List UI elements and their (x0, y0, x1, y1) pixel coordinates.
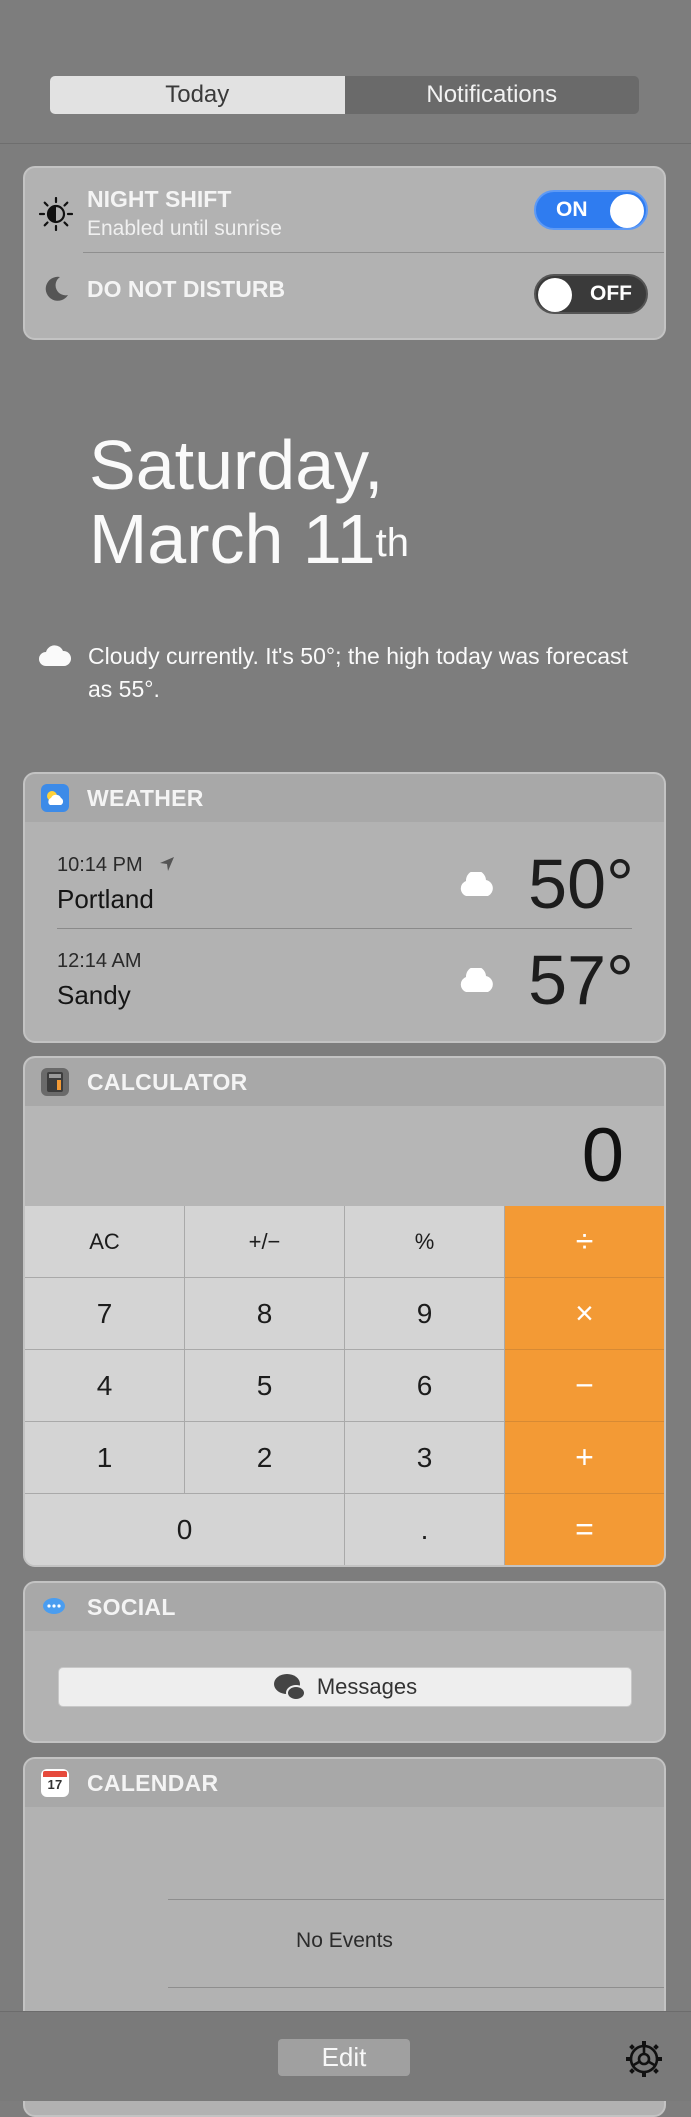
weather-app-icon (41, 784, 69, 812)
weather-city: Sandy (57, 980, 131, 1010)
social-title: SOCIAL (87, 1593, 176, 1620)
key-percent[interactable]: % (345, 1206, 505, 1278)
key-multiply[interactable]: × (505, 1278, 664, 1350)
calendar-app-icon: 17 (41, 1769, 69, 1797)
calendar-line (168, 1987, 664, 1988)
night-shift-sun-icon (39, 196, 73, 231)
weather-temp: 57° (528, 941, 634, 1019)
weather-row[interactable]: 10:14 PM Portland 50° (25, 832, 664, 928)
key-5[interactable]: 5 (185, 1350, 345, 1422)
calculator-widget: CALCULATOR 0 AC +/− % ÷ 7 8 9 × 4 5 6 − … (23, 1056, 666, 1567)
weather-time: 10:14 PM (57, 854, 176, 877)
calculator-display: 0 (25, 1106, 664, 1206)
weather-time: 12:14 AM (57, 950, 142, 972)
bottom-bar: Edit (0, 2011, 691, 2101)
key-divide[interactable]: ÷ (505, 1206, 664, 1278)
key-clear[interactable]: AC (25, 1206, 185, 1278)
calendar-title: CALENDAR (87, 1769, 219, 1796)
do-not-disturb-title: DO NOT DISTURB (87, 275, 286, 302)
social-header: SOCIAL (25, 1583, 664, 1631)
calculator-title: CALCULATOR (87, 1068, 248, 1095)
key-6[interactable]: 6 (345, 1350, 505, 1422)
weather-city: Portland (57, 884, 154, 914)
key-4[interactable]: 4 (25, 1350, 185, 1422)
messages-icon (273, 1674, 306, 1701)
key-2[interactable]: 2 (185, 1422, 345, 1494)
key-add[interactable]: + (505, 1422, 664, 1494)
view-switcher: Today Notifications (50, 76, 639, 114)
do-not-disturb-toggle-label: OFF (590, 282, 632, 305)
social-widget: SOCIAL Messages (23, 1581, 666, 1743)
weather-row[interactable]: 12:14 AM Sandy 57° (25, 928, 664, 1024)
messages-button[interactable]: Messages (58, 1667, 632, 1707)
toggle-knob (610, 194, 644, 228)
key-9[interactable]: 9 (345, 1278, 505, 1350)
key-equals[interactable]: = (505, 1494, 664, 1565)
key-subtract[interactable]: − (505, 1350, 664, 1422)
location-arrow-icon (160, 857, 175, 871)
date-day: March 11th (89, 502, 409, 576)
calculator-keypad: AC +/− % ÷ 7 8 9 × 4 5 6 − 1 2 3 + 0 . = (25, 1206, 664, 1565)
date-month-day: March 11 (89, 500, 376, 578)
cloud-icon (457, 966, 497, 999)
speech-bubbles-icon (41, 1593, 69, 1621)
cloud-icon (38, 644, 72, 706)
messages-button-label: Messages (316, 1674, 418, 1699)
calendar-header: 17 CALENDAR (25, 1759, 664, 1807)
key-decimal[interactable]: . (345, 1494, 505, 1565)
date-ordinal: th (375, 521, 409, 565)
calculator-display-value: 0 (581, 1113, 624, 1198)
tab-today[interactable]: Today (50, 76, 345, 114)
quick-toggles-card: NIGHT SHIFT Enabled until sunrise ON DO … (23, 166, 666, 340)
night-shift-row: NIGHT SHIFT Enabled until sunrise ON (25, 186, 664, 241)
weather-temp: 50° (528, 845, 634, 923)
calendar-icon-day: 17 (47, 1777, 63, 1792)
night-shift-title: NIGHT SHIFT (87, 186, 232, 212)
calendar-line (168, 1899, 664, 1900)
today-date: Saturday, March 11th (89, 428, 409, 576)
key-1[interactable]: 1 (25, 1422, 185, 1494)
no-events-label: No Events (296, 1929, 393, 1952)
calculator-app-icon (41, 1068, 69, 1096)
do-not-disturb-row: DO NOT DISTURB OFF (25, 272, 664, 314)
moon-icon (39, 272, 73, 306)
do-not-disturb-toggle[interactable]: OFF (534, 274, 648, 314)
toggle-divider (83, 252, 664, 253)
night-shift-subtitle: Enabled until sunrise (87, 217, 282, 240)
gear-icon[interactable] (625, 2040, 663, 2078)
tab-notifications[interactable]: Notifications (344, 76, 639, 114)
night-shift-toggle[interactable]: ON (534, 190, 648, 230)
toggle-knob (538, 278, 572, 312)
today-summary: Cloudy currently. It's 50°; the high tod… (38, 640, 658, 706)
key-8[interactable]: 8 (185, 1278, 345, 1350)
weather-widget: WEATHER 10:14 PM Portland 50° 12:14 AM S… (23, 772, 666, 1043)
edit-button[interactable]: Edit (278, 2039, 410, 2076)
night-shift-toggle-label: ON (556, 198, 588, 221)
key-sign[interactable]: +/− (185, 1206, 345, 1278)
key-0[interactable]: 0 (25, 1494, 345, 1565)
header-divider (0, 143, 691, 144)
cloud-icon (457, 870, 497, 903)
weather-header: WEATHER (25, 774, 664, 822)
calculator-header: CALCULATOR (25, 1058, 664, 1106)
key-3[interactable]: 3 (345, 1422, 505, 1494)
key-7[interactable]: 7 (25, 1278, 185, 1350)
summary-text: Cloudy currently. It's 50°; the high tod… (88, 643, 628, 702)
weather-title: WEATHER (87, 784, 204, 811)
date-weekday: Saturday, (89, 426, 384, 504)
